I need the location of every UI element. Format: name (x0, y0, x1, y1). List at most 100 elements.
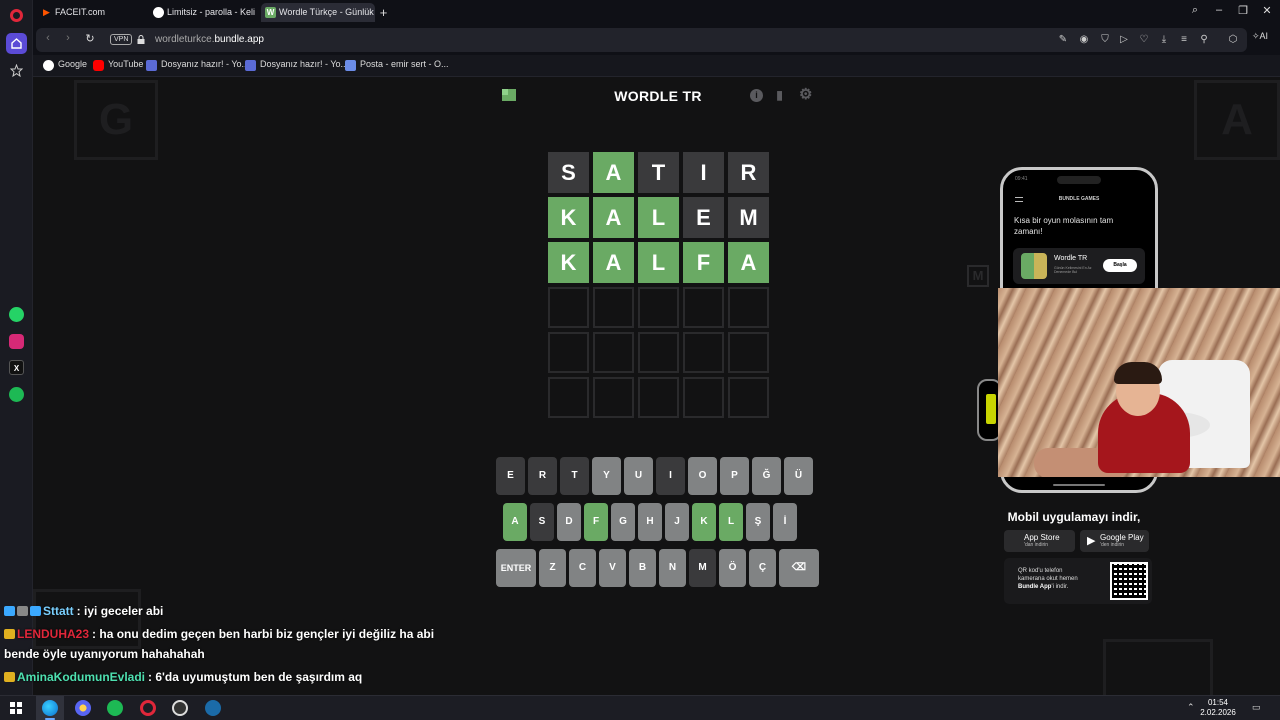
tab-parolla[interactable]: Limitsiz - parolla - Kelime (149, 3, 255, 22)
edit-icon[interactable]: ✎ (1056, 33, 1070, 47)
keyboard-key[interactable]: U (624, 457, 653, 495)
edge-icon[interactable] (42, 700, 58, 716)
reload-icon[interactable]: ↻ (82, 32, 98, 45)
info-icon[interactable]: i (750, 89, 763, 102)
home-icon[interactable] (6, 33, 27, 54)
address-row: ‹ › ↻ VPN wordleturkce.bundle.app ✎ ◉ ⛉ … (33, 25, 1280, 55)
wordle-logo-icon[interactable] (502, 89, 516, 101)
tray-chevron-icon[interactable]: ⌃ (1187, 702, 1195, 713)
keyboard-key[interactable]: C (569, 549, 596, 587)
keyboard-key[interactable]: Z (539, 549, 566, 587)
phone-notch (1057, 176, 1101, 184)
keyboard-key[interactable]: Y (592, 457, 621, 495)
chat-separator: : (148, 670, 153, 684)
aria-ai-button[interactable]: ✧AI (1252, 31, 1268, 42)
board-tile (638, 287, 679, 328)
address-bar[interactable]: ‹ › ↻ VPN wordleturkce.bundle.app ✎ ◉ ⛉ … (36, 28, 1247, 52)
keyboard-key[interactable]: T (560, 457, 589, 495)
keyboard-key[interactable]: K (692, 503, 716, 541)
keyboard-key[interactable]: O (688, 457, 717, 495)
keyboard-key[interactable]: I (656, 457, 685, 495)
bookmark-posta[interactable]: Posta - emir sert - O... (345, 59, 449, 71)
lock-icon[interactable] (137, 35, 145, 44)
heart-icon[interactable]: ♡ (1137, 33, 1151, 47)
bookmark-youtube[interactable]: YouTube (93, 59, 143, 71)
stats-icon[interactable]: ▮ (773, 89, 786, 102)
board-tile (548, 377, 589, 418)
bookmark-dosyaniz-1[interactable]: Dosyanız hazır! - Yo... (146, 59, 249, 71)
tab-strip: ▶ FACEIT.com Limitsiz - parolla - Kelime… (33, 0, 1280, 25)
keyboard-key[interactable]: V (599, 549, 626, 587)
keyboard-key[interactable]: Ğ (752, 457, 781, 495)
back-icon[interactable]: ‹ (40, 32, 56, 44)
obs-icon[interactable] (172, 700, 188, 716)
enter-key[interactable]: ENTER (496, 549, 536, 587)
google-icon (43, 60, 54, 71)
bookmark-google[interactable]: Google (43, 59, 87, 71)
forward-icon[interactable]: › (60, 32, 76, 44)
keyboard-key[interactable]: İ (773, 503, 797, 541)
settings-gear-icon[interactable]: ⚙ (799, 87, 812, 102)
play-icon[interactable]: ▷ (1117, 33, 1131, 47)
chat-text: iyi geceler abi (84, 604, 164, 618)
notification-icon[interactable]: ▭ (1252, 702, 1261, 713)
keyboard-key[interactable]: B (629, 549, 656, 587)
keyboard-key[interactable]: J (665, 503, 689, 541)
spotify-taskbar-icon[interactable] (107, 700, 123, 716)
opera-logo-icon[interactable] (10, 9, 23, 22)
keyboard-key[interactable]: P (720, 457, 749, 495)
keyboard-key[interactable]: S (530, 503, 554, 541)
keyboard-key[interactable]: L (719, 503, 743, 541)
keyboard-key[interactable]: A (503, 503, 527, 541)
board-tile: A (593, 197, 634, 238)
keyboard-key[interactable]: D (557, 503, 581, 541)
keyboard-key[interactable]: H (638, 503, 662, 541)
keyboard-key[interactable]: Ö (719, 549, 746, 587)
keyboard-key[interactable]: Ç (749, 549, 776, 587)
keyboard-key[interactable]: Ş (746, 503, 770, 541)
qr-code[interactable] (1110, 562, 1148, 600)
keyboard-key[interactable]: N (659, 549, 686, 587)
keyboard-key[interactable]: F (584, 503, 608, 541)
windows-start-icon[interactable] (10, 702, 22, 714)
download-icon[interactable]: ⤓ (1157, 33, 1171, 47)
maximize-button[interactable]: ❐ (1235, 4, 1251, 17)
keyboard-key[interactable]: E (496, 457, 525, 495)
whatsapp-icon[interactable] (9, 307, 24, 322)
discord-icon[interactable] (75, 700, 91, 716)
google-play-button[interactable]: ▶ Google Play 'den indirin (1080, 530, 1149, 552)
taskbar-clock[interactable]: 01:54 2.02.2026 (1196, 698, 1240, 718)
new-tab-button[interactable]: + (376, 5, 391, 20)
steam-icon[interactable] (205, 700, 221, 716)
app-store-button[interactable]: App Store 'dan indirin (1004, 530, 1075, 552)
camera-icon[interactable]: ◉ (1077, 33, 1091, 47)
board-tile (638, 332, 679, 373)
phone-home-indicator (1053, 484, 1105, 486)
star-icon[interactable] (6, 60, 27, 81)
bookmark-dosyaniz-2[interactable]: Dosyanız hazır! - Yo... (245, 59, 348, 71)
backspace-key[interactable]: ⌫ (779, 549, 819, 587)
board-tile: K (548, 197, 589, 238)
keyboard-key[interactable]: M (689, 549, 716, 587)
opera-taskbar-icon[interactable] (140, 700, 156, 716)
instagram-icon[interactable] (9, 334, 24, 349)
profile-icon[interactable]: ⚲ (1197, 33, 1211, 47)
tab-wordle[interactable]: W Wordle Türkçe - Günlük K (261, 3, 375, 22)
keyboard-key[interactable]: R (528, 457, 557, 495)
keyboard-key[interactable]: Ü (784, 457, 813, 495)
minimize-button[interactable]: – (1211, 4, 1227, 16)
spotify-icon[interactable] (9, 387, 24, 402)
search-tabs-icon[interactable]: ⌕ (1187, 4, 1203, 17)
board-tile (548, 287, 589, 328)
board-row: KALFA (548, 242, 773, 283)
x-twitter-icon[interactable]: X (9, 360, 24, 375)
game-title: WORDLE TR (614, 88, 702, 104)
url-text[interactable]: wordleturkce.bundle.app (155, 34, 264, 45)
keyboard-key[interactable]: G (611, 503, 635, 541)
tab-faceit[interactable]: ▶ FACEIT.com (37, 3, 143, 22)
close-button[interactable]: ✕ (1259, 4, 1275, 17)
shield-icon[interactable]: ⛉ (1098, 33, 1112, 47)
vpn-badge[interactable]: VPN (110, 34, 133, 45)
extensions-icon[interactable]: ⬡ (1226, 33, 1240, 47)
menu-icon[interactable]: ≡ (1177, 33, 1191, 47)
